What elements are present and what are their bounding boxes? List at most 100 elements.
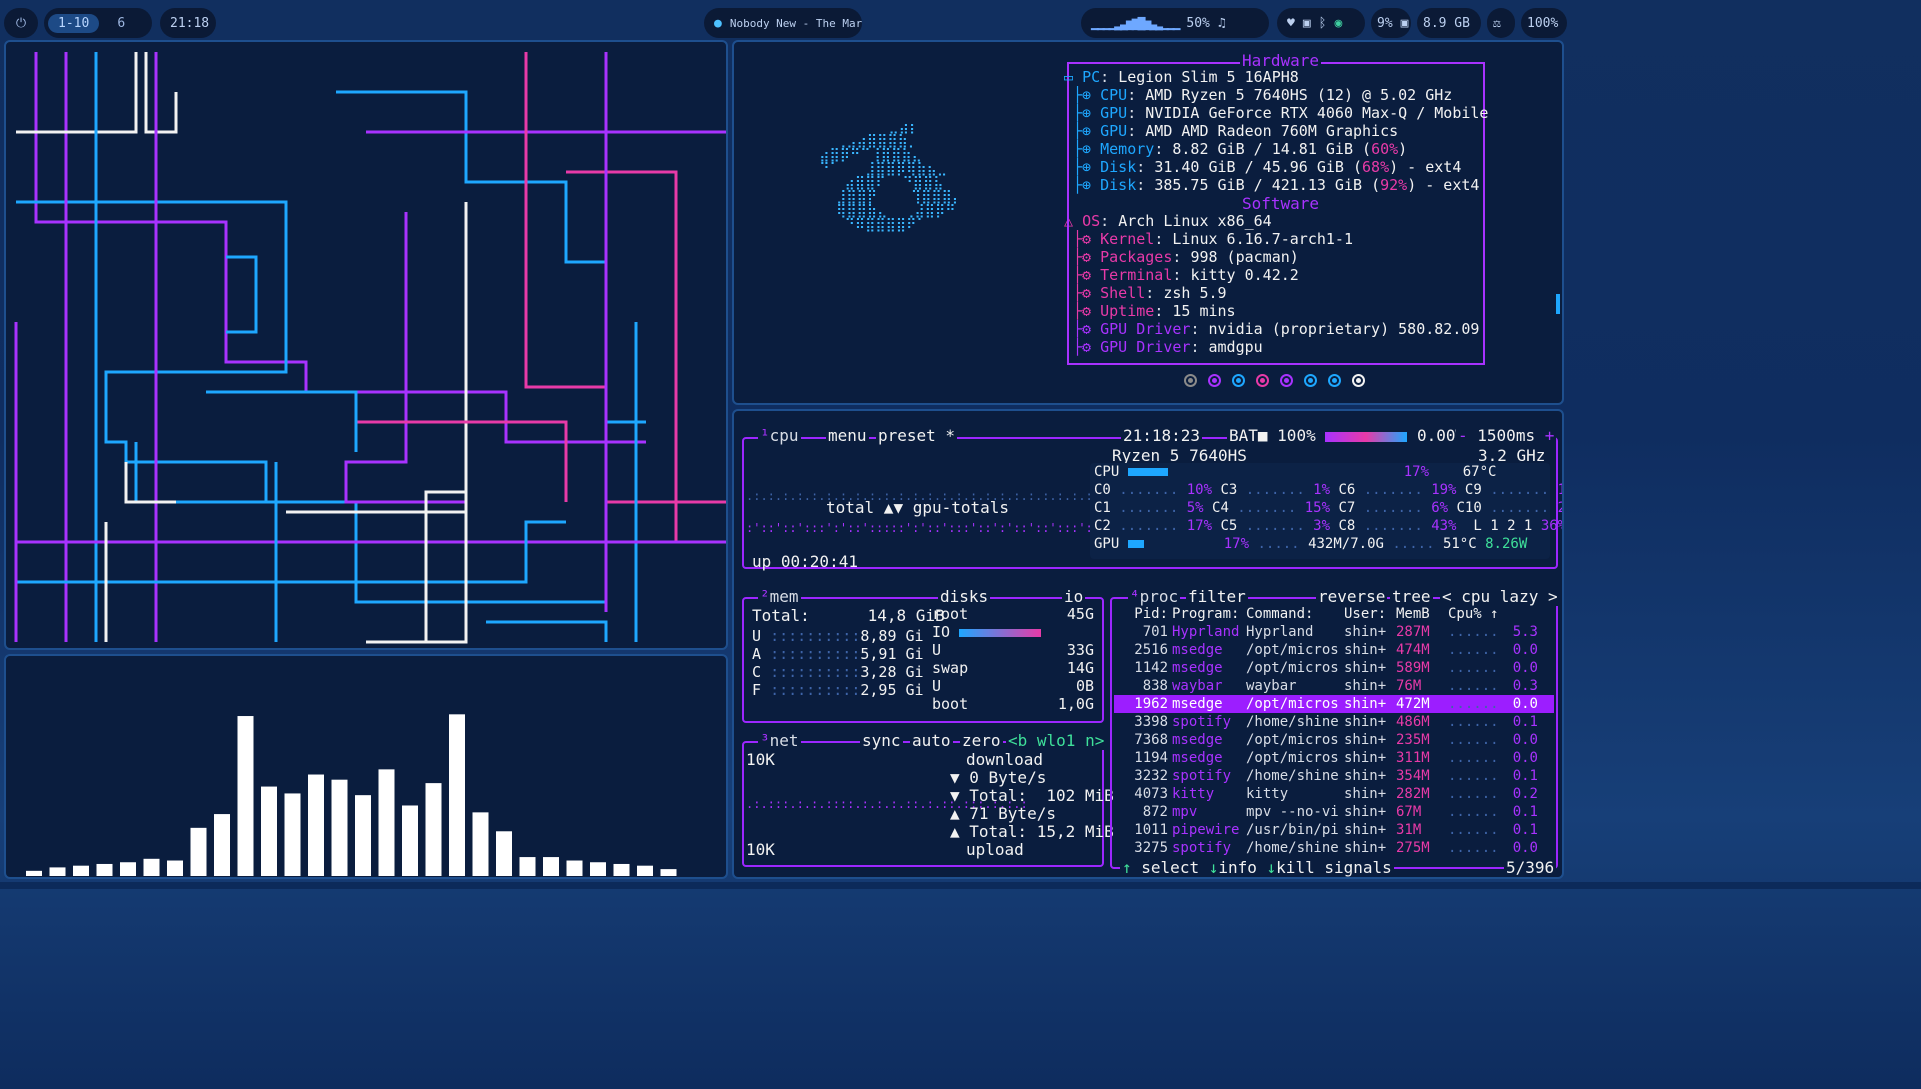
cell: msedge xyxy=(1172,642,1223,658)
select-button[interactable]: select xyxy=(1141,858,1199,877)
cell: waybar xyxy=(1172,678,1223,694)
cell: ...... 0.0 xyxy=(1448,660,1538,676)
proc-box-title[interactable]: ⁴proc xyxy=(1128,588,1181,606)
table-row[interactable]: 7368 msedge/opt/micros shin+ 235M ...... 0.0 xyxy=(1114,731,1554,749)
visualizer-bar xyxy=(425,783,442,876)
cell: mpv --no-vi xyxy=(1246,804,1339,820)
cpu-preset-button[interactable]: preset * xyxy=(876,427,958,445)
cpu-clock: 21:18:23 xyxy=(1121,426,1203,445)
hw-value: 385.75 GiB / 421.13 GiB xyxy=(1154,176,1363,194)
clock-time: 21:18 xyxy=(170,15,210,31)
pipes-terminal[interactable] xyxy=(4,40,728,650)
signals-button[interactable]: signals xyxy=(1324,858,1391,877)
music-icon: ● xyxy=(714,15,722,31)
software-frame xyxy=(1067,207,1485,365)
workspaces: 1-10 6 7 xyxy=(44,8,152,38)
cell: 282M xyxy=(1396,786,1430,802)
cell: 235M xyxy=(1396,732,1430,748)
table-row[interactable]: 1194 msedge/opt/micros shin+ 311M ...... 0.0 xyxy=(1114,749,1554,767)
hw-value: 8.82 GiB / 14.81 GiB xyxy=(1172,140,1353,158)
cava-widget[interactable]: ▁▁▁▁▂▃▅▆▇▅▃▂▁▁▁ 50% ♫ xyxy=(1081,8,1269,38)
mem-total: Total: 14,8 GiB xyxy=(752,606,945,625)
io-toggle[interactable]: io xyxy=(1062,588,1086,606)
workspace-6[interactable]: 6 xyxy=(107,14,135,33)
cell: shin+ xyxy=(1344,660,1387,676)
scale-button[interactable]: ⚖ xyxy=(1487,8,1515,38)
cell: ...... 0.0 xyxy=(1448,750,1538,766)
btop-terminal[interactable]: ¹cpu menu preset * 21:18:23 BAT■ 100% 0.… xyxy=(732,409,1564,879)
update-interval[interactable]: - 1500ms + xyxy=(1456,427,1557,445)
table-row[interactable]: 1142 msedge/opt/micros shin+ 589M ...... 0.0 xyxy=(1114,659,1554,677)
cell: shin+ xyxy=(1344,768,1387,784)
visualizer-bars xyxy=(26,714,677,876)
cell: shin+ xyxy=(1344,840,1387,856)
table-row[interactable]: 1011 pipewire/usr/bin/pi shin+ 31M ...... 0.1 xyxy=(1114,821,1554,839)
memory-widget[interactable]: 8.9 GB xyxy=(1417,8,1481,38)
table-row[interactable]: 3398 spotify/home/shine shin+ 486M ...... 0.1 xyxy=(1114,713,1554,731)
media-title: Nobody New - The Marías xyxy=(729,16,862,30)
net-sync-toggle[interactable]: sync xyxy=(860,732,903,750)
hardware-row: ▭ PC: Legion Slim 5 16APH8 xyxy=(1064,68,1299,86)
table-row[interactable]: 3275 spotify/home/shine shin+ 275M ...... 0.0 xyxy=(1114,839,1554,857)
net-box-title[interactable]: ³net xyxy=(758,732,801,750)
cpu-box-title[interactable]: ¹cpu xyxy=(758,427,801,445)
disks-title[interactable]: disks xyxy=(938,588,991,606)
table-row[interactable]: 2516 msedge/opt/micros shin+ 474M ...... 0.0 xyxy=(1114,641,1554,659)
bluetooth-icon[interactable]: ᛒ xyxy=(1319,16,1327,31)
mem-box-title[interactable]: ²mem xyxy=(758,588,801,606)
clock[interactable]: 21:18◷ xyxy=(160,8,216,38)
cell: ...... 0.1 xyxy=(1448,768,1538,784)
cell: 3232 xyxy=(1134,768,1168,784)
cell: 474M xyxy=(1396,642,1430,658)
cpu-icon: ▣ xyxy=(1400,15,1409,31)
table-row[interactable]: 1962 msedge/opt/micros shin+ 472M ...... 0.0 xyxy=(1114,695,1554,713)
proc-filter[interactable]: filter xyxy=(1186,588,1248,606)
cpu-graph-label[interactable]: total ▲▼ gpu-totals xyxy=(826,497,1009,519)
hw-extra: - ext4 xyxy=(1398,158,1462,176)
net-interface-selector[interactable]: <b wlo1 n> xyxy=(1006,732,1107,750)
proc-reverse-toggle[interactable]: reverse xyxy=(1316,588,1388,606)
screen-icon[interactable]: ▣ xyxy=(1303,16,1311,31)
visualizer-bar xyxy=(449,714,465,876)
cpu-menu-button[interactable]: menu xyxy=(826,427,869,445)
workspace-7[interactable]: 7 xyxy=(143,14,152,33)
table-row[interactable]: 872 mpv mpv --no-vi shin+ 67M ...... 0.1 xyxy=(1114,803,1554,821)
headphones-icon: ♫ xyxy=(1217,15,1226,31)
media-widget[interactable]: ● Nobody New - The Marías xyxy=(704,8,862,38)
net-scale-bottom: 10K xyxy=(746,840,775,859)
visualizer-bar xyxy=(566,860,583,876)
edge-icon[interactable]: ◉ xyxy=(1334,16,1342,31)
power-button[interactable]: ⏻ xyxy=(4,8,38,38)
visualizer-bar xyxy=(261,786,277,876)
cell: 3398 xyxy=(1134,714,1168,730)
table-row[interactable]: 3232 spotify/home/shine shin+ 354M ...... 0.1 xyxy=(1114,767,1554,785)
net-auto-toggle[interactable]: auto xyxy=(910,732,953,750)
arch-logo: ⠀⣀⣴⡆ ⢀⣠⣴⣿⣿⣿⣷⡀ ⣴⣿⡿⠛⠉⢸⣿⣿⣷⣄ ⠙⠁ ⣸⣿⣿⡿⢿⣷⣦⣀ ⣴⣿⣿… xyxy=(819,119,963,233)
proc-tree-toggle[interactable]: tree xyxy=(1390,588,1433,606)
cpu-widget[interactable]: 9% ▣ xyxy=(1371,8,1411,38)
cell: kitty xyxy=(1246,786,1289,802)
info-button[interactable]: info xyxy=(1218,858,1257,877)
heart-icon[interactable]: ♥ xyxy=(1287,16,1295,31)
cell: msedge xyxy=(1172,660,1223,676)
battery-widget[interactable]: 100% xyxy=(1521,8,1567,38)
hardware-row: ├⊕ CPU: AMD Ryzen 5 7640HS (12) @ 5.02 G… xyxy=(1064,86,1453,104)
proc-header-row: Pid: Program: Command: User: MemB Cpu% ↑ xyxy=(1114,605,1554,623)
table-row[interactable]: 701 Hyprland Hyprland shin+ 287M...... 5.3 xyxy=(1114,623,1554,641)
kill-button[interactable]: kill xyxy=(1276,858,1315,877)
mem-rows: U ::::::::::8,89 Gi A ::::::::::5,91 Gi C … xyxy=(752,627,924,699)
workspace-1-10[interactable]: 1-10 xyxy=(48,13,100,33)
table-row[interactable]: 4073 kitty kitty shin+ 282M...... 0.2 xyxy=(1114,785,1554,803)
table-row[interactable]: 838 waybar waybar shin+ 76M...... 0.3 xyxy=(1114,677,1554,695)
cell: shin+ xyxy=(1344,750,1387,766)
scroll-indicator[interactable] xyxy=(1556,294,1560,314)
visualizer-bar xyxy=(543,857,559,876)
cell: shin+ xyxy=(1344,786,1387,802)
battery-value: 100% xyxy=(1527,15,1559,31)
bullet-icon: ├⊕ xyxy=(1064,158,1101,176)
proc-sort-selector[interactable]: < cpu lazy > xyxy=(1440,588,1560,606)
net-zero-toggle[interactable]: zero xyxy=(960,732,1003,750)
fastfetch-terminal[interactable]: ⠀⣀⣴⡆ ⢀⣠⣴⣿⣿⣿⣷⡀ ⣴⣿⡿⠛⠉⢸⣿⣿⣷⣄ ⠙⠁ ⣸⣿⣿⡿⢿⣷⣦⣀ ⣴⣿⣿… xyxy=(732,40,1564,405)
cell: 3275 xyxy=(1134,840,1168,856)
pipes-art xyxy=(14,52,726,644)
